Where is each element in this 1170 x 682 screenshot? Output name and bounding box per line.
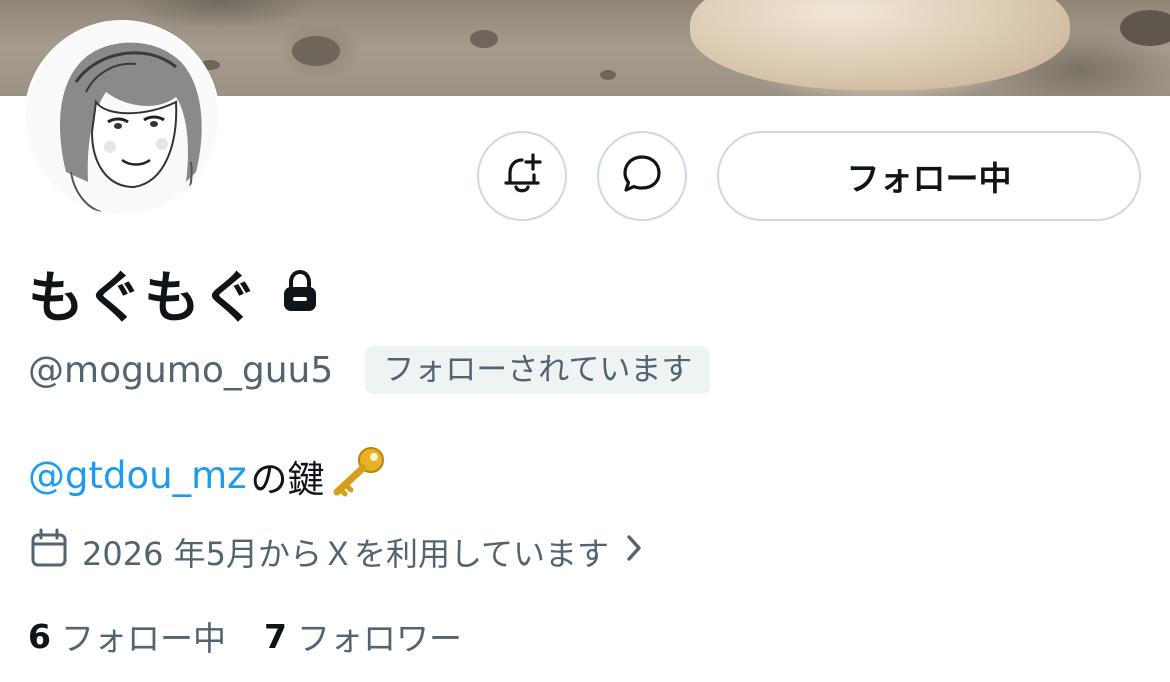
joined-date-row[interactable]: 2026 年5月からＸを利用しています <box>30 526 643 578</box>
following-stat[interactable]: 6 フォロー中 <box>28 612 226 660</box>
following-button[interactable]: フォロー中 <box>717 131 1141 221</box>
display-name: もぐもぐ <box>28 265 260 331</box>
follow-stats: 6 フォロー中 7 フォロワー <box>28 612 462 660</box>
follows-you-badge: フォローされています <box>365 346 711 394</box>
display-name-row: もぐもぐ <box>28 258 320 331</box>
followers-label: フォロワー <box>296 619 462 658</box>
profile-bio: @gtdou_mz の鍵 <box>28 444 387 507</box>
bio-mention-link[interactable]: @gtdou_mz <box>28 454 247 497</box>
following-count: 6 <box>28 616 51 656</box>
profile-avatar[interactable] <box>26 22 218 214</box>
following-label: フォロー中 <box>60 619 226 658</box>
notification-subscribe-button[interactable] <box>477 131 567 221</box>
followers-count: 7 <box>263 616 287 656</box>
calendar-icon <box>30 528 68 576</box>
bell-plus-icon <box>500 151 544 201</box>
chat-bubble-icon <box>619 151 665 201</box>
chevron-right-icon <box>625 533 643 571</box>
bio-text: の鍵 <box>250 457 325 501</box>
key-emoji-icon <box>329 444 387 507</box>
joined-date-text: 2026 年5月からＸを利用しています <box>82 535 610 573</box>
banner-animal <box>690 0 1070 90</box>
lock-icon <box>280 269 320 317</box>
message-button[interactable] <box>597 131 687 221</box>
user-handle: @mogumo_guu5 <box>28 349 334 391</box>
followers-stat[interactable]: 7 フォロワー <box>264 612 462 660</box>
handle-row: @mogumo_guu5 フォローされています <box>28 346 711 394</box>
